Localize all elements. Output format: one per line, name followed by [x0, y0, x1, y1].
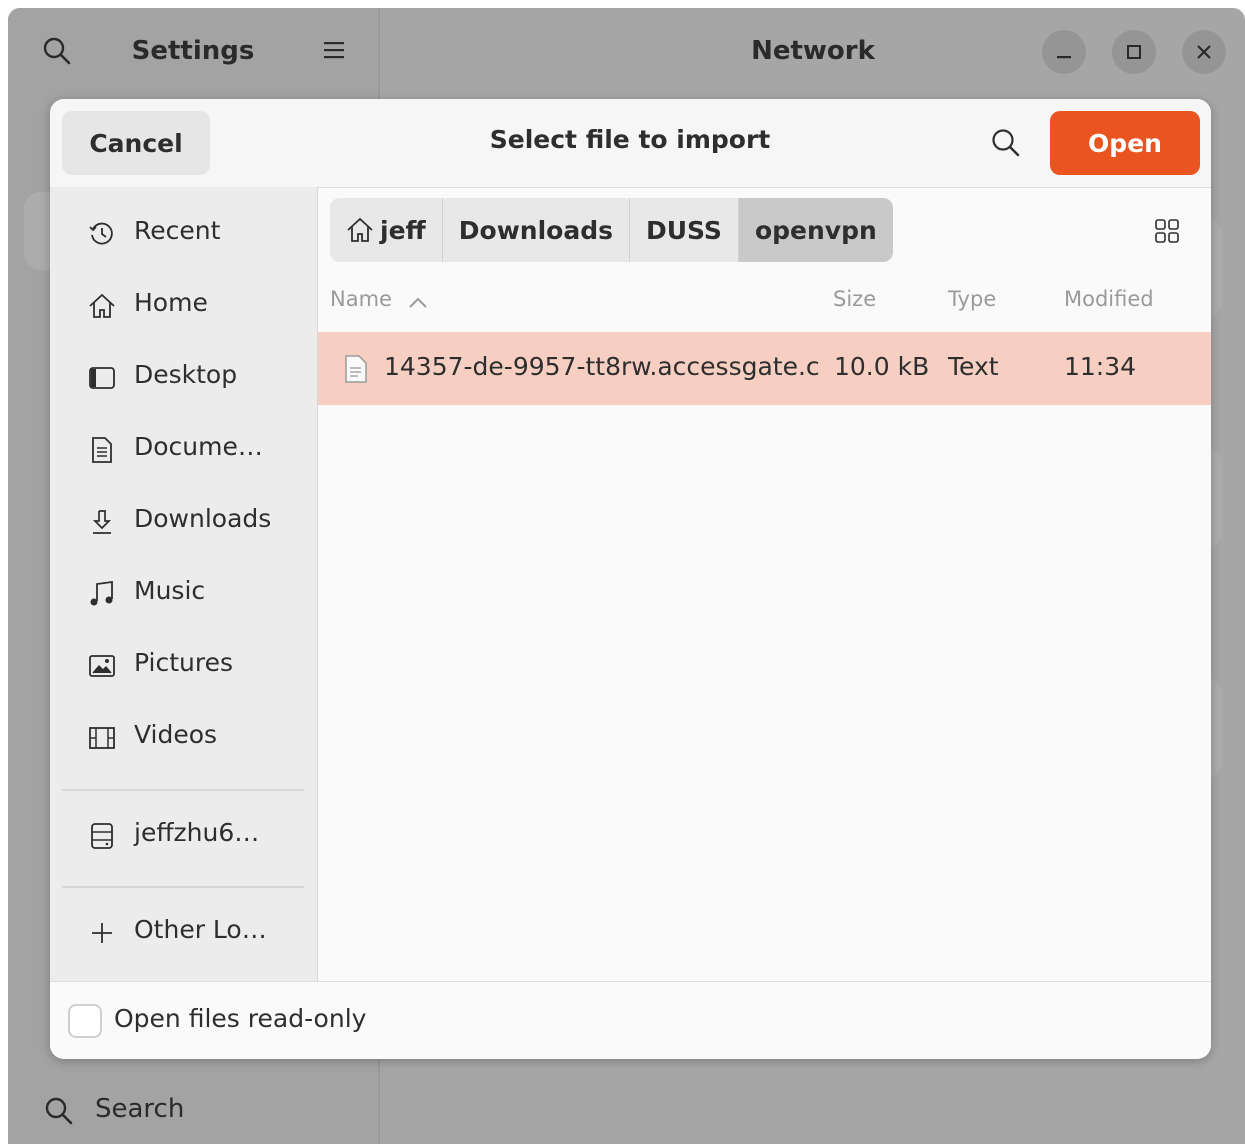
- close-button[interactable]: [1182, 30, 1226, 74]
- settings-sidebar-header: Settings: [8, 8, 378, 98]
- sidebar-item-recent[interactable]: Recent: [50, 200, 317, 264]
- path-crumb-label: openvpn: [754, 215, 877, 245]
- minimize-button[interactable]: [1042, 30, 1086, 74]
- sidebar-item-label: Desktop: [134, 360, 238, 389]
- download-icon: [92, 510, 112, 534]
- sidebar-item-home[interactable]: Home: [50, 272, 317, 336]
- file-name: 14357-de-9957-tt8rw.accessgate.c: [384, 352, 820, 381]
- sidebar-item-other-locations[interactable]: Other Lo…: [50, 899, 317, 963]
- sidebar-item-documents[interactable]: Docume…: [50, 416, 317, 480]
- file-modified: 11:34: [1064, 352, 1137, 381]
- close-icon: [1197, 45, 1211, 59]
- sidebar-item-label: jeffzhu6…: [134, 818, 260, 847]
- sidebar-item-videos[interactable]: Videos: [50, 704, 317, 768]
- hamburger-menu-icon[interactable]: [322, 38, 346, 62]
- sidebar-item-label: Pictures: [134, 648, 233, 677]
- document-icon: [92, 437, 112, 463]
- dialog-title: Select file to import: [489, 125, 771, 154]
- sidebar-item-label: Music: [134, 576, 206, 605]
- maximize-icon: [1127, 45, 1141, 59]
- music-icon: [90, 580, 113, 606]
- video-icon: [89, 727, 115, 749]
- sidebar-separator: [62, 789, 304, 791]
- search-icon[interactable]: [990, 127, 1022, 159]
- sidebar-item-label: Downloads: [134, 504, 272, 533]
- sidebar-item-label: Other Lo…: [134, 915, 267, 944]
- open-button[interactable]: Open: [1050, 111, 1200, 175]
- desktop-icon: [89, 367, 115, 389]
- home-icon: [347, 217, 373, 242]
- sidebar-separator: [62, 886, 304, 888]
- path-crumb-label: jeff: [380, 215, 426, 245]
- minimize-icon: [1057, 56, 1071, 59]
- sidebar-item-network-drive[interactable]: jeffzhu6…: [50, 802, 317, 866]
- column-header-size[interactable]: Size: [833, 287, 876, 311]
- picture-icon: [89, 655, 115, 677]
- search-icon: [45, 1097, 73, 1125]
- clock-icon: [89, 222, 113, 245]
- settings-search-label[interactable]: Search: [95, 1094, 184, 1124]
- cancel-button[interactable]: Cancel: [62, 111, 210, 175]
- maximize-button[interactable]: [1112, 30, 1156, 74]
- column-header-modified[interactable]: Modified: [1064, 287, 1154, 311]
- path-crumb-openvpn[interactable]: openvpn: [738, 198, 893, 262]
- sidebar-item-pictures[interactable]: Pictures: [50, 632, 317, 696]
- plus-icon: [92, 923, 112, 943]
- dialog-footer: Open files read-only: [50, 981, 1211, 1059]
- column-header-type[interactable]: Type: [948, 287, 996, 311]
- sidebar-item-desktop[interactable]: Desktop: [50, 344, 317, 408]
- sidebar-item-label: Docume…: [134, 432, 263, 461]
- grid-view-icon[interactable]: [1154, 218, 1180, 244]
- file-chooser-dialog: Cancel Select file to import Open Recent…: [50, 99, 1211, 1059]
- server-icon: [91, 823, 113, 849]
- sidebar-item-label: Home: [134, 288, 208, 317]
- path-crumb-label: Downloads: [458, 215, 613, 245]
- dialog-header: Cancel Select file to import Open: [50, 99, 1211, 188]
- sidebar-item-label: Recent: [134, 216, 221, 245]
- sidebar-item-downloads[interactable]: Downloads: [50, 488, 317, 552]
- sidebar-item-label: Videos: [134, 720, 218, 749]
- path-crumb-label: DUSS: [646, 215, 722, 245]
- places-sidebar: Recent Home Desktop Docume… Downloads Mu…: [50, 187, 318, 981]
- table-row[interactable]: 14357-de-9957-tt8rw.accessgate.c 10.0 kB…: [318, 332, 1211, 405]
- home-icon: [89, 293, 115, 318]
- path-crumb-duss[interactable]: DUSS: [630, 198, 739, 262]
- column-header-name[interactable]: Name: [330, 287, 392, 311]
- file-size: 10.0 kB: [834, 352, 930, 381]
- text-file-icon: [345, 355, 367, 383]
- read-only-checkbox[interactable]: [68, 1004, 102, 1038]
- sidebar-item-music[interactable]: Music: [50, 560, 317, 624]
- path-crumb-downloads[interactable]: Downloads: [442, 198, 630, 262]
- sort-ascending-icon: [409, 297, 427, 308]
- file-type: Text: [948, 352, 999, 381]
- read-only-label[interactable]: Open files read-only: [114, 1004, 366, 1033]
- path-bar: jeff Downloads DUSS openvpn: [330, 198, 893, 262]
- path-crumb-jeff[interactable]: jeff: [330, 198, 443, 262]
